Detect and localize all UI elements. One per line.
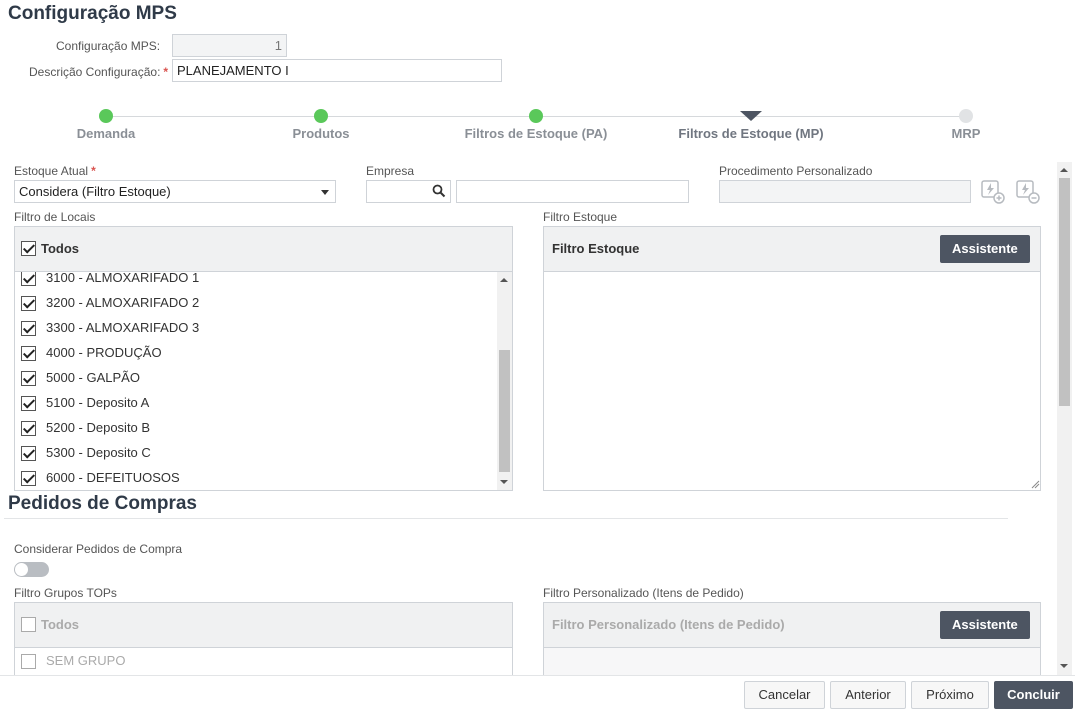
filtro-estoque-header: Filtro Estoque Assistente [544, 227, 1040, 272]
considerar-pedidos-toggle[interactable] [14, 562, 49, 577]
grupos-all-label: Todos [41, 617, 80, 632]
grupos-tops-panel: Todos SEM GRUPO [14, 602, 513, 676]
checkbox[interactable] [21, 346, 36, 361]
checkbox[interactable] [21, 371, 36, 386]
page-title: Configuração MPS [8, 3, 177, 24]
checkbox[interactable] [21, 421, 36, 436]
empresa-label: Empresa [366, 164, 415, 178]
locais-scroll-thumb[interactable] [499, 350, 510, 472]
section-divider [4, 518, 1008, 519]
procedimento-field [719, 180, 971, 203]
grupos-all-checkbox[interactable] [21, 617, 36, 632]
scroll-down-icon[interactable] [500, 480, 508, 484]
wizard-step-produtos[interactable]: Produtos [292, 126, 349, 141]
grupos-tops-header: Todos [15, 603, 512, 648]
locais-list: 3100 - ALMOXARIFADO 1 3200 - ALMOXARIFAD… [15, 272, 512, 490]
pedidos-section-title: Pedidos de Compras [8, 493, 197, 514]
list-item[interactable]: 5100 - Deposito A [15, 391, 495, 416]
procedimento-label: Procedimento Personalizado [719, 164, 873, 178]
add-procedure-icon[interactable] [980, 179, 1006, 205]
estoque-atual-value: Considera (Filtro Estoque) [19, 184, 171, 199]
list-item[interactable]: 3100 - ALMOXARIFADO 1 [15, 272, 495, 291]
next-button[interactable]: Próximo [911, 681, 989, 709]
estoque-atual-label: Estoque Atual * [14, 164, 96, 178]
wizard-current-step-marker [740, 111, 762, 121]
wizard-step-demanda-dot [99, 109, 113, 123]
search-icon[interactable] [432, 184, 446, 198]
config-mps-label: Configuração MPS: [56, 39, 161, 53]
filtro-personalizado-textarea [544, 648, 1040, 676]
filtro-estoque-label: Filtro Estoque [543, 210, 618, 224]
assistente-button[interactable]: Assistente [940, 235, 1030, 263]
locais-label: Filtro de Locais [14, 210, 96, 224]
list-item[interactable]: 4000 - PRODUÇÃO [15, 341, 495, 366]
page-scrollbar[interactable] [1057, 162, 1072, 675]
checkbox[interactable] [21, 272, 36, 286]
locais-all-checkbox[interactable] [21, 241, 36, 256]
finish-button[interactable]: Concluir [994, 681, 1073, 709]
locais-all-label: Todos [41, 241, 80, 256]
page-scroll-up-icon[interactable] [1060, 168, 1068, 172]
remove-procedure-icon[interactable] [1015, 179, 1041, 205]
checkbox[interactable] [21, 654, 36, 669]
list-item[interactable]: SEM GRUPO [15, 649, 495, 674]
toggle-knob [15, 563, 28, 576]
config-mps-field: 1 [172, 34, 287, 57]
scroll-up-icon[interactable] [500, 278, 508, 282]
locais-scrollbar[interactable] [497, 272, 512, 490]
wizard-step-produtos-dot [314, 109, 328, 123]
list-item[interactable]: 3300 - ALMOXARIFADO 3 [15, 316, 495, 341]
filtro-estoque-title: Filtro Estoque [552, 241, 640, 256]
page-scroll-thumb[interactable] [1059, 178, 1070, 406]
checkbox[interactable] [21, 446, 36, 461]
empresa-name-input[interactable] [456, 180, 689, 203]
description-field[interactable]: PLANEJAMENTO I [172, 59, 502, 82]
checkbox[interactable] [21, 321, 36, 336]
assistente-personalizado-button[interactable]: Assistente [940, 611, 1030, 639]
filtro-personalizado-header: Filtro Personalizado (Itens de Pedido) A… [544, 603, 1040, 648]
wizard-step-demanda[interactable]: Demanda [77, 126, 136, 141]
resize-handle-icon[interactable] [1031, 480, 1040, 489]
considerar-pedidos-label: Considerar Pedidos de Compra [14, 542, 183, 556]
checkbox[interactable] [21, 471, 36, 486]
wizard-step-pa-dot [529, 109, 543, 123]
filtro-personalizado-panel: Filtro Personalizado (Itens de Pedido) A… [543, 602, 1041, 676]
wizard-step-mrp[interactable]: MRP [952, 126, 981, 141]
page-scroll-down-icon[interactable] [1060, 664, 1068, 668]
wizard-step-filtros-pa[interactable]: Filtros de Estoque (PA) [465, 126, 608, 141]
footer-divider [0, 675, 1075, 676]
estoque-atual-select[interactable]: Considera (Filtro Estoque) [14, 180, 336, 203]
list-item[interactable]: 5200 - Deposito B [15, 416, 495, 441]
list-item[interactable]: 3200 - ALMOXARIFADO 2 [15, 291, 495, 316]
filtro-personalizado-label: Filtro Personalizado (Itens de Pedido) [543, 586, 744, 600]
filtro-estoque-textarea[interactable] [544, 272, 1040, 490]
description-label: Descrição Configuração: * [29, 65, 169, 79]
chevron-down-icon [321, 190, 329, 195]
wizard-step-filtros-mp[interactable]: Filtros de Estoque (MP) [678, 126, 823, 141]
checkbox[interactable] [21, 296, 36, 311]
cancel-button[interactable]: Cancelar [744, 681, 825, 709]
locais-header: Todos [15, 227, 512, 272]
wizard-step-mrp-dot [959, 109, 973, 123]
locais-panel: Todos 3100 - ALMOXARIFADO 1 3200 - ALMOX… [14, 226, 513, 491]
previous-button[interactable]: Anterior [830, 681, 906, 709]
required-mark: * [163, 65, 169, 79]
filtro-personalizado-title: Filtro Personalizado (Itens de Pedido) [552, 617, 785, 632]
list-item[interactable]: 5000 - GALPÃO [15, 366, 495, 391]
grupos-tops-label: Filtro Grupos TOPs [14, 586, 117, 600]
list-item[interactable]: 6000 - DEFEITUOSOS [15, 466, 495, 490]
checkbox[interactable] [21, 396, 36, 411]
list-item[interactable]: 5300 - Deposito C [15, 441, 495, 466]
filtro-estoque-panel: Filtro Estoque Assistente [543, 226, 1041, 491]
